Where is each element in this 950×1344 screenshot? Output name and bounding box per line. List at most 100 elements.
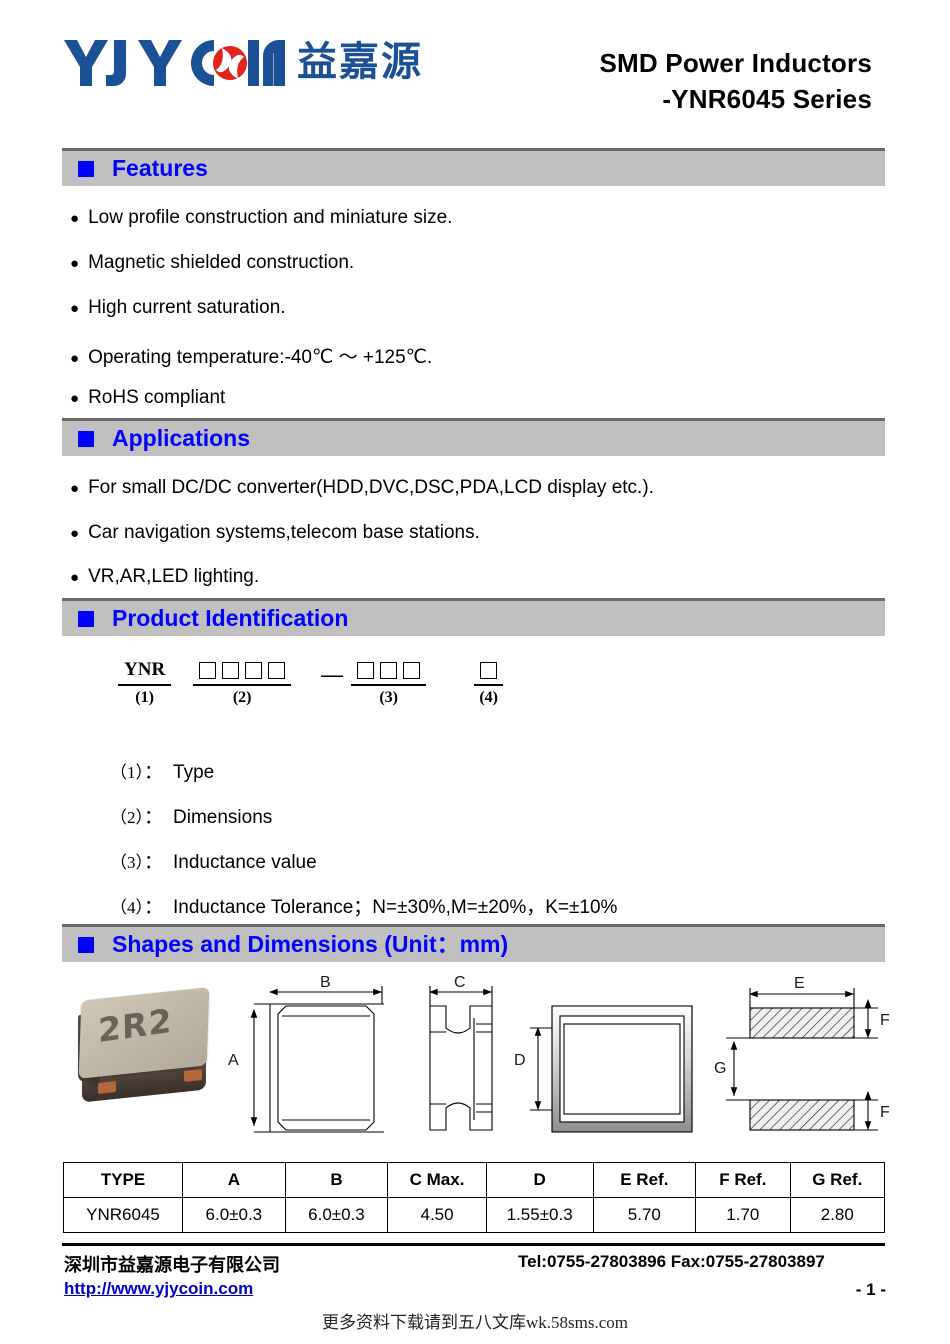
part-number-field-4: (4): [474, 658, 504, 707]
photo-terminal-pad: [98, 1081, 116, 1094]
cell-a: 6.0±0.3: [182, 1197, 286, 1233]
dim-label-D: D: [514, 1052, 526, 1069]
part-number-index-2: (2): [232, 689, 252, 706]
section-header-applications: Applications: [62, 418, 885, 456]
part-number-diagram: YNR (1) (2) — (3) (4): [118, 658, 525, 707]
section-title-applications: Applications: [112, 425, 251, 451]
section-header-features: Features: [62, 148, 885, 186]
legend-index-1: （1）: [110, 763, 153, 782]
table-header-row: TYPE A B C Max. D E Ref. F Ref. G Ref.: [62, 1162, 886, 1198]
section-title-features: Features: [112, 155, 208, 181]
footer-divider: [62, 1243, 885, 1246]
code-box: [403, 661, 421, 679]
dim-label-G: G: [714, 1060, 727, 1077]
section-title-shapes-dimensions: Shapes and Dimensions (Unit：mm): [112, 931, 509, 957]
code-box: [357, 661, 375, 679]
bullet-dot-icon: ●: [70, 525, 80, 542]
part-number-boxes-2: [193, 658, 292, 686]
cell-type: YNR6045: [62, 1197, 184, 1233]
bullet-dot-icon: ●: [70, 255, 80, 272]
dim-label-F-bottom: F: [880, 1104, 890, 1121]
bullet-dot-icon: ●: [70, 210, 80, 227]
footer-website-link[interactable]: http://www.yjycoin.com: [64, 1279, 253, 1299]
legend-index-4: （4）: [110, 898, 153, 917]
table-row: YNR6045 6.0±0.3 6.0±0.3 4.50 1.55±0.3 5.…: [62, 1197, 886, 1233]
blue-square-icon: [78, 430, 94, 447]
page-header: 益嘉源 SMD Power Inductors -YNR6045 Series: [0, 0, 950, 128]
part-number-field-3: (3): [351, 658, 427, 707]
cell-g-ref: 2.80: [789, 1197, 886, 1233]
application-text-2: Car navigation systems,telecom base stat…: [88, 522, 480, 543]
dim-label-A: A: [228, 1052, 239, 1069]
legend-row-4: （4） ： Inductance Tolerance；N=±30%,M=±20%…: [110, 892, 617, 919]
dim-label-C: C: [454, 974, 466, 991]
dim-label-F-top: F: [880, 1012, 890, 1029]
dim-label-E: E: [794, 975, 805, 992]
section-header-product-identification: Product Identification: [62, 598, 885, 636]
cell-c-max: 4.50: [387, 1197, 487, 1233]
col-header-d: D: [485, 1162, 594, 1198]
product-photo: 2R2: [72, 986, 224, 1116]
footer-watermark: 更多资料下载请到五八文库wk.58sms.com: [322, 1313, 628, 1332]
title-line-1: SMD Power Inductors: [599, 48, 872, 78]
dimension-drawing-svg: [250, 986, 878, 1133]
legend-colon-1: ：: [144, 762, 164, 783]
application-item-2: ● Car navigation systems,telecom base st…: [70, 522, 480, 544]
part-number-boxes-3: [351, 658, 427, 686]
part-number-prefix: YNR: [118, 658, 172, 686]
footer-contact: Tel:0755-27803896 Fax:0755-27803897: [518, 1252, 825, 1271]
code-box: [245, 661, 263, 679]
feature-item-3: ● High current saturation.: [70, 297, 286, 319]
application-item-1: ● For small DC/DC converter(HDD,DVC,DSC,…: [70, 477, 654, 499]
legend-row-2: （2） ： Dimensions: [110, 802, 272, 829]
feature-text-4: Operating temperature:-40℃ ～ +125℃.: [88, 347, 433, 368]
legend-text-4: Inductance Tolerance；N=±30%,M=±20%，K=±10…: [173, 897, 618, 918]
col-header-c-max: C Max.: [387, 1162, 487, 1198]
bullet-dot-icon: ●: [70, 569, 80, 586]
cell-d: 1.55±0.3: [485, 1197, 594, 1233]
application-item-3: ● VR,AR,LED lighting.: [70, 566, 259, 588]
feature-item-1: ● Low profile construction and miniature…: [70, 207, 452, 229]
feature-item-4: ● Operating temperature:-40℃ ～ +125℃.: [70, 342, 432, 369]
part-number-boxes-4: [474, 658, 504, 686]
part-number-index-4: (4): [479, 689, 498, 706]
bullet-dot-icon: ●: [70, 350, 80, 367]
col-header-e-ref: E Ref.: [592, 1162, 697, 1198]
dimensions-table: TYPE A B C Max. D E Ref. F Ref. G Ref. Y…: [62, 1162, 886, 1233]
photo-terminal-pad: [184, 1069, 202, 1082]
legend-index-2: （2）: [110, 808, 153, 827]
col-header-a: A: [182, 1162, 286, 1198]
part-number-field-2: (2): [193, 658, 292, 707]
yjycoin-logo-icon: [62, 34, 287, 90]
code-box: [380, 661, 398, 679]
page-title: SMD Power Inductors -YNR6045 Series: [600, 46, 873, 118]
bullet-dot-icon: ●: [70, 300, 80, 317]
blue-square-icon: [78, 160, 94, 177]
logo-chinese-name: 益嘉源: [297, 39, 423, 85]
legend-row-1: （1） ： Type: [110, 757, 214, 784]
legend-text-3: Inductance value: [173, 852, 317, 873]
feature-text-1: Low profile construction and miniature s…: [88, 207, 453, 228]
application-text-3: VR,AR,LED lighting.: [88, 566, 260, 587]
col-header-type: TYPE: [62, 1162, 184, 1198]
legend-text-1: Type: [173, 762, 215, 783]
code-box: [222, 661, 240, 679]
cell-f-ref: 1.70: [695, 1197, 791, 1233]
blue-square-icon: [78, 610, 94, 627]
feature-item-5: ● RoHS compliant: [70, 387, 225, 409]
legend-colon-2: ：: [144, 807, 164, 828]
col-header-f-ref: F Ref.: [695, 1162, 791, 1198]
company-logo: 益嘉源: [62, 34, 423, 90]
feature-text-2: Magnetic shielded construction.: [88, 252, 355, 273]
code-box: [199, 661, 217, 679]
part-number-separator: —: [321, 662, 344, 687]
part-number-field-1: YNR (1): [118, 658, 172, 707]
blue-square-icon: [78, 936, 94, 953]
legend-row-3: （3） ： Inductance value: [110, 847, 317, 874]
footer-page-number: - 1 -: [855, 1280, 886, 1299]
bullet-dot-icon: ●: [70, 480, 80, 497]
section-title-product-identification: Product Identification: [112, 605, 349, 631]
col-header-g-ref: G Ref.: [789, 1162, 886, 1198]
cell-e-ref: 5.70: [592, 1197, 697, 1233]
legend-colon-3: ：: [144, 852, 164, 873]
